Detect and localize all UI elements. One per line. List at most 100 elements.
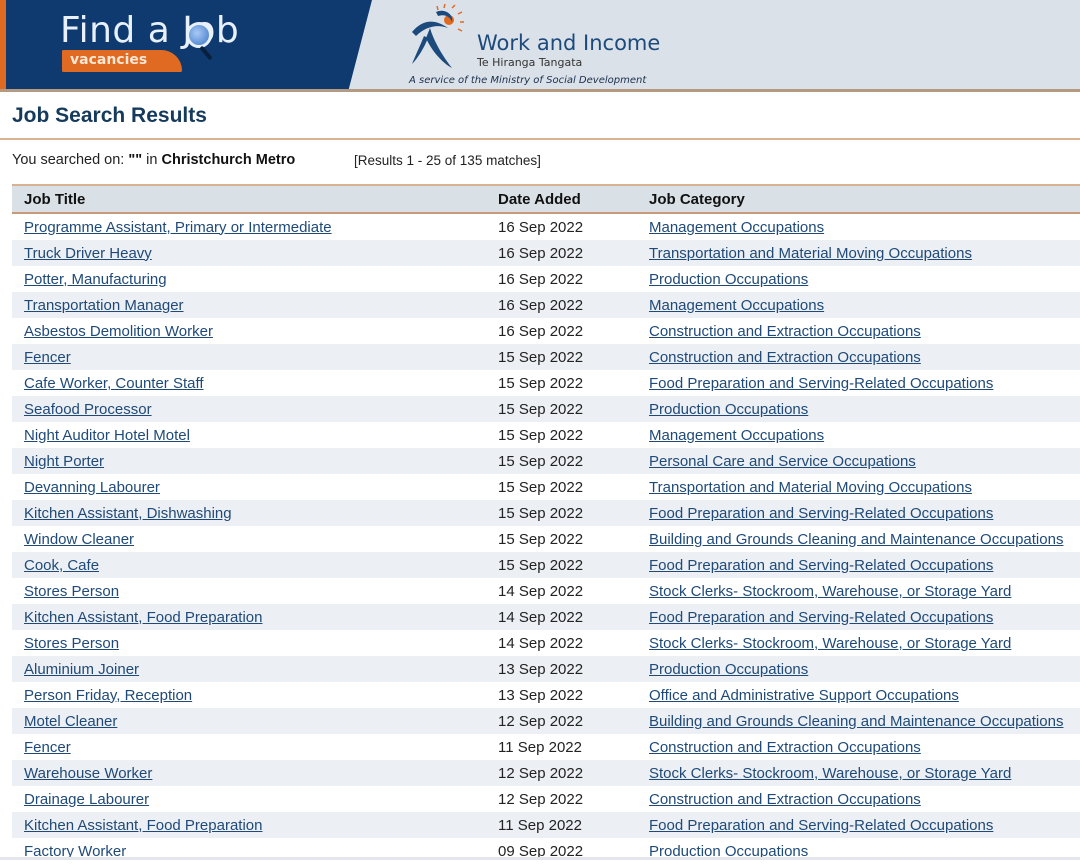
job-category-link[interactable]: Transportation and Material Moving Occup…: [649, 245, 972, 262]
job-category-cell: Construction and Extraction Occupations: [649, 318, 1080, 344]
job-title-link[interactable]: Window Cleaner: [24, 531, 134, 548]
job-category-link[interactable]: Construction and Extraction Occupations: [649, 791, 921, 808]
table-row: Asbestos Demolition Worker 16 Sep 2022 Con…: [12, 318, 1080, 344]
job-title-link[interactable]: Person Friday, Reception: [24, 687, 192, 704]
agency-service-line: A service of the Ministry of Social Deve…: [409, 75, 647, 86]
job-title-link[interactable]: Fencer: [24, 739, 71, 756]
job-title-link[interactable]: Drainage Labourer: [24, 791, 149, 808]
job-title-link[interactable]: Cook, Cafe: [24, 557, 99, 574]
job-category-link[interactable]: Building and Grounds Cleaning and Mainte…: [649, 713, 1063, 730]
search-term: "": [128, 152, 143, 168]
job-title-link[interactable]: Fencer: [24, 349, 71, 366]
date-added-cell: 13 Sep 2022: [498, 686, 584, 704]
date-added-cell: 11 Sep 2022: [498, 738, 582, 756]
job-title-cell: Transportation Manager: [12, 292, 498, 318]
job-title-link[interactable]: Seafood Processor: [24, 401, 152, 418]
job-category-link[interactable]: Production Occupations: [649, 661, 808, 678]
date-added-cell: 15 Sep 2022: [498, 478, 584, 496]
date-added-cell: 14 Sep 2022: [498, 582, 584, 600]
job-category-link[interactable]: Food Preparation and Serving-Related Occ…: [649, 375, 993, 392]
job-title-link[interactable]: Asbestos Demolition Worker: [24, 323, 213, 340]
date-added-cell: 12 Sep 2022: [498, 790, 584, 808]
search-summary: You searched on: "" in Christchurch Metr…: [12, 152, 295, 168]
job-title-link[interactable]: Stores Person: [24, 635, 119, 652]
job-title-link[interactable]: Potter, Manufacturing: [24, 271, 167, 288]
date-added-cell: 16 Sep 2022: [498, 292, 649, 318]
work-and-income-logo-icon[interactable]: [404, 2, 474, 72]
job-category-cell: Food Preparation and Serving-Related Occ…: [649, 552, 1080, 578]
date-added-cell: 16 Sep 2022: [498, 322, 584, 340]
table-row: Stores Person 14 Sep 2022 Stock Clerks- St…: [12, 578, 1080, 604]
job-title-cell: Factory Worker: [12, 838, 498, 864]
job-title-cell: Warehouse Worker: [12, 760, 498, 786]
date-added-cell: 09 Sep 2022: [498, 842, 584, 860]
search-prefix: You searched on:: [12, 152, 125, 168]
job-category-link[interactable]: Production Occupations: [649, 401, 808, 418]
job-title-cell: Window Cleaner: [12, 526, 498, 552]
job-category-link[interactable]: Management Occupations: [649, 297, 824, 314]
column-header-date-added[interactable]: Date Added: [498, 184, 649, 214]
job-title-cell: Cook, Cafe: [12, 552, 498, 578]
job-title-link[interactable]: Transportation Manager: [24, 297, 184, 314]
job-category-cell: Food Preparation and Serving-Related Occ…: [649, 812, 1080, 838]
job-category-link[interactable]: Office and Administrative Support Occupa…: [649, 687, 959, 704]
table-row: Programme Assistant, Primary or Intermed…: [12, 213, 1080, 240]
job-category-link[interactable]: Stock Clerks- Stockroom, Warehouse, or S…: [649, 583, 1011, 600]
table-header-row: Job Title Date Added Job Category: [12, 184, 1080, 214]
job-title-cell: Aluminium Joiner: [12, 656, 498, 682]
job-title-link[interactable]: Motel Cleaner: [24, 713, 117, 730]
job-title-link[interactable]: Devanning Labourer: [24, 479, 160, 496]
table-row: Seafood Processor 15 Sep 2022 Production O…: [12, 396, 1080, 422]
table-row: Night Auditor Hotel Motel 15 Sep 2022 Mana…: [12, 422, 1080, 448]
job-category-link[interactable]: Production Occupations: [649, 271, 808, 288]
job-category-link[interactable]: Stock Clerks- Stockroom, Warehouse, or S…: [649, 765, 1011, 782]
job-category-link[interactable]: Stock Clerks- Stockroom, Warehouse, or S…: [649, 635, 1011, 652]
job-category-link[interactable]: Food Preparation and Serving-Related Occ…: [649, 505, 993, 522]
job-title-link[interactable]: Truck Driver Heavy: [24, 245, 152, 262]
search-in: in: [146, 152, 158, 168]
job-category-link[interactable]: Personal Care and Service Occupations: [649, 453, 916, 470]
job-results-table: Job Title Date Added Job Category Progra…: [12, 184, 1080, 864]
date-added-cell: 16 Sep 2022: [498, 218, 584, 236]
job-category-cell: Management Occupations: [649, 422, 1080, 448]
job-title-cell: Night Auditor Hotel Motel: [12, 422, 498, 448]
job-title-link[interactable]: Programme Assistant, Primary or Intermed…: [24, 219, 332, 236]
date-added-cell: 12 Sep 2022: [498, 760, 649, 786]
magnifier-icon: [186, 22, 212, 48]
job-title-link[interactable]: Kitchen Assistant, Food Preparation: [24, 817, 262, 834]
column-header-job-title[interactable]: Job Title: [12, 184, 498, 214]
job-category-link[interactable]: Construction and Extraction Occupations: [649, 739, 921, 756]
job-title-cell: Stores Person: [12, 578, 498, 604]
job-category-link[interactable]: Building and Grounds Cleaning and Mainte…: [649, 531, 1063, 548]
job-title-link[interactable]: Aluminium Joiner: [24, 661, 139, 678]
job-category-link[interactable]: Food Preparation and Serving-Related Occ…: [649, 609, 993, 626]
job-category-link[interactable]: Food Preparation and Serving-Related Occ…: [649, 557, 993, 574]
job-category-link[interactable]: Management Occupations: [649, 219, 824, 236]
job-title-cell: Night Porter: [12, 448, 498, 474]
table-row: Kitchen Assistant, Food Preparation 11 Se…: [12, 812, 1080, 838]
job-title-cell: Devanning Labourer: [12, 474, 498, 500]
job-title-link[interactable]: Stores Person: [24, 583, 119, 600]
job-category-link[interactable]: Transportation and Material Moving Occup…: [649, 479, 972, 496]
date-added-cell: 15 Sep 2022: [498, 374, 584, 392]
job-title-cell: Kitchen Assistant, Food Preparation: [12, 604, 498, 630]
find-a-job-logo-text[interactable]: Find a Job: [60, 10, 239, 51]
job-category-link[interactable]: Food Preparation and Serving-Related Occ…: [649, 817, 993, 834]
page-title: Job Search Results: [12, 104, 207, 127]
job-title-cell: Potter, Manufacturing: [12, 266, 498, 292]
job-category-cell: Food Preparation and Serving-Related Occ…: [649, 604, 1080, 630]
job-title-link[interactable]: Kitchen Assistant, Food Preparation: [24, 609, 262, 626]
job-category-link[interactable]: Construction and Extraction Occupations: [649, 323, 921, 340]
date-added-cell: 15 Sep 2022: [498, 530, 584, 548]
job-title-link[interactable]: Cafe Worker, Counter Staff: [24, 375, 204, 392]
agency-subtitle: Te Hiranga Tangata: [477, 56, 583, 69]
job-title-link[interactable]: Night Porter: [24, 453, 104, 470]
job-title-link[interactable]: Warehouse Worker: [24, 765, 152, 782]
job-title-link[interactable]: Night Auditor Hotel Motel: [24, 427, 190, 444]
job-category-link[interactable]: Management Occupations: [649, 427, 824, 444]
job-category-link[interactable]: Construction and Extraction Occupations: [649, 349, 921, 366]
table-row: Cook, Cafe 15 Sep 2022 Food Preparation an…: [12, 552, 1080, 578]
job-title-link[interactable]: Kitchen Assistant, Dishwashing: [24, 505, 232, 522]
column-header-job-category[interactable]: Job Category: [649, 184, 1080, 214]
job-category-cell: Production Occupations: [649, 266, 1080, 292]
